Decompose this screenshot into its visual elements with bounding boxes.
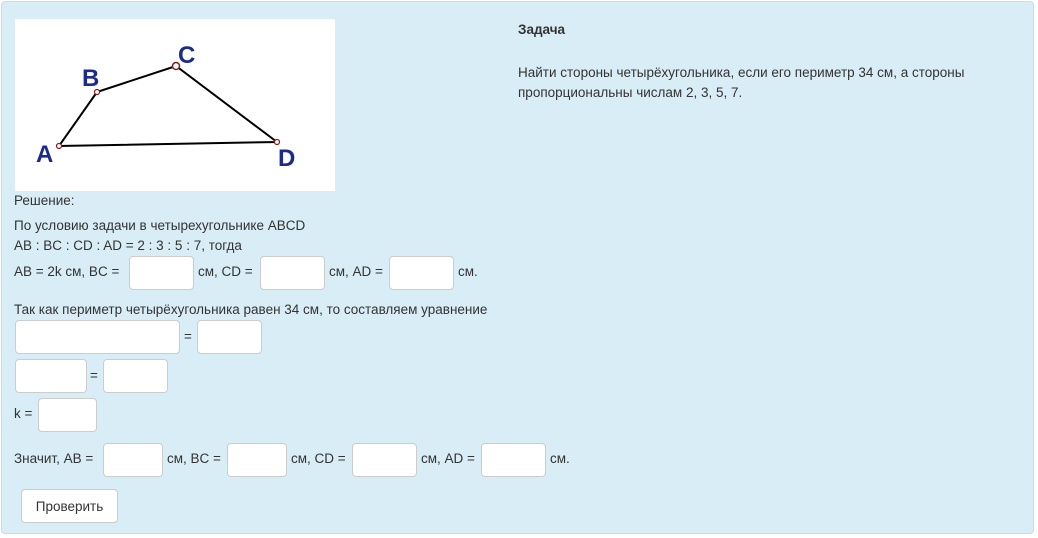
label-d: D xyxy=(278,145,295,172)
simplified-left-input[interactable] xyxy=(15,359,87,393)
row1-cd-text: см, CD = xyxy=(198,264,253,279)
ad-input[interactable] xyxy=(389,256,454,290)
k-label: k = xyxy=(14,406,33,421)
perimeter-text: Так как периметр четырёхугольника равен … xyxy=(14,302,488,317)
solution-line-1: По условию задачи в четырехугольнике ABC… xyxy=(14,218,306,233)
equation-equals: = xyxy=(184,329,192,344)
answer-ad-text: см, AD = xyxy=(421,451,475,466)
answer-bc-text: см, BC = xyxy=(167,451,221,466)
check-button[interactable]: Проверить xyxy=(21,489,118,523)
answer-ab-text: Значит, AB = xyxy=(14,451,94,466)
cd-input[interactable] xyxy=(260,256,325,290)
answer-bc-input[interactable] xyxy=(227,443,287,477)
label-c: C xyxy=(178,42,195,69)
equation-left-input[interactable] xyxy=(15,320,180,354)
label-b: B xyxy=(82,65,99,92)
quadrilateral-figure: A B C D xyxy=(15,19,335,191)
solution-line-2: AB : BC : CD : AD = 2 : 3 : 5 : 7, тогда xyxy=(14,238,242,253)
simplified-right-input[interactable] xyxy=(103,359,168,393)
quadrilateral-svg: A B C D xyxy=(36,42,295,172)
answer-ab-input[interactable] xyxy=(103,443,163,477)
k-input[interactable] xyxy=(38,398,97,432)
bc-input[interactable] xyxy=(129,256,194,290)
label-a: A xyxy=(36,141,53,168)
answer-suffix: см. xyxy=(550,451,570,466)
answer-ad-input[interactable] xyxy=(481,443,546,477)
task-title: Задача xyxy=(518,22,566,37)
task-panel: A B C D Задача Найти стороны четырёхугол… xyxy=(1,1,1034,534)
point-d xyxy=(273,138,281,146)
task-text: Найти стороны четырёхугольника, если его… xyxy=(518,65,965,100)
equation-right-input[interactable] xyxy=(197,320,262,354)
simplified-equals: = xyxy=(90,368,98,383)
answer-cd-input[interactable] xyxy=(352,443,417,477)
row1-suffix: см. xyxy=(458,264,478,279)
solution-heading: Решение: xyxy=(14,193,75,208)
point-a xyxy=(55,142,63,150)
answer-cd-text: см, CD = xyxy=(291,451,346,466)
row1-ad-text: см, AD = xyxy=(329,264,383,279)
row1-ab-text: AB = 2k см, BC = xyxy=(14,264,120,279)
